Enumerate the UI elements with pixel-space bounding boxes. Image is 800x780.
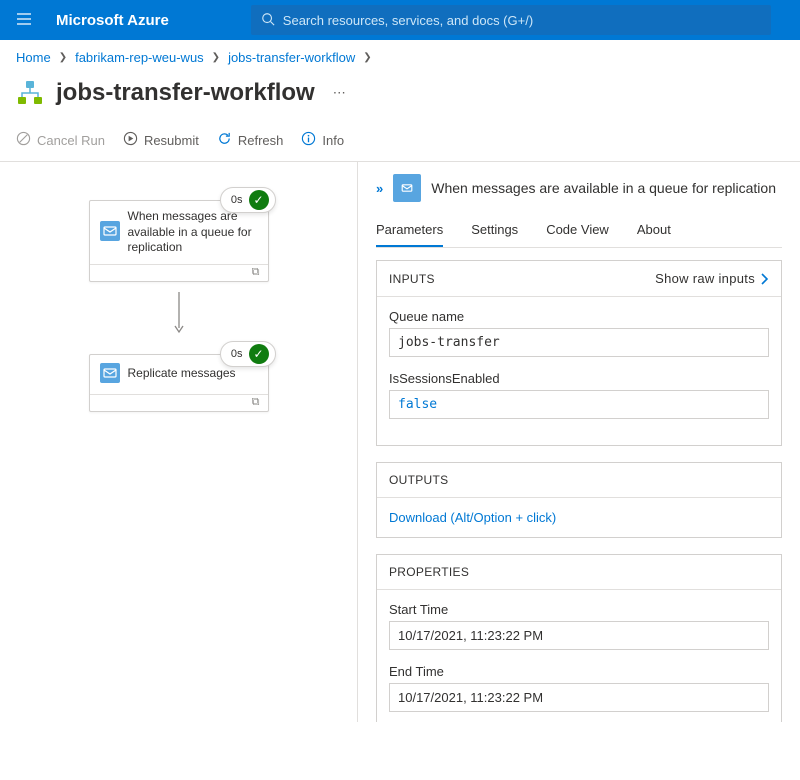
connector-arrow xyxy=(40,282,317,354)
properties-section: PROPERTIES Start Time 10/17/2021, 11:23:… xyxy=(376,554,782,722)
status-badge: 0s ✓ xyxy=(220,187,276,213)
duration-text: 0s xyxy=(231,348,243,360)
queue-name-value: jobs-transfer xyxy=(389,328,769,357)
check-icon: ✓ xyxy=(249,190,269,210)
link-icon: ⧉ xyxy=(252,266,260,279)
chevron-right-icon: ❯ xyxy=(59,52,67,63)
inputs-heading: INPUTS xyxy=(389,272,435,286)
workflow-icon xyxy=(16,79,44,107)
check-icon: ✓ xyxy=(249,344,269,364)
trigger-title: When messages are available in a queue f… xyxy=(128,209,258,256)
hamburger-menu-icon[interactable] xyxy=(8,3,40,38)
tab-parameters[interactable]: Parameters xyxy=(376,216,443,247)
status-badge: 0s ✓ xyxy=(220,341,276,367)
chevron-right-icon: ❯ xyxy=(212,52,220,63)
tab-about[interactable]: About xyxy=(637,216,671,247)
page-titlebar: jobs-transfer-workflow ⋯ xyxy=(0,75,800,131)
trigger-node[interactable]: 0s ✓ When messages are available in a qu… xyxy=(89,200,269,282)
outputs-section: OUTPUTS Download (Alt/Option + click) xyxy=(376,462,782,538)
breadcrumb: Home ❯ fabrikam-rep-weu-wus ❯ jobs-trans… xyxy=(0,40,800,75)
duration-text: 0s xyxy=(231,194,243,206)
info-label: Info xyxy=(322,133,344,148)
download-outputs-link[interactable]: Download (Alt/Option + click) xyxy=(377,498,781,537)
refresh-icon xyxy=(217,131,232,149)
details-pane: » When messages are available in a queue… xyxy=(358,162,800,722)
more-actions-button[interactable]: ⋯ xyxy=(333,85,346,101)
main-content: 0s ✓ When messages are available in a qu… xyxy=(0,162,800,722)
designer-canvas[interactable]: 0s ✓ When messages are available in a qu… xyxy=(0,162,358,722)
show-raw-inputs-button[interactable]: Show raw inputs xyxy=(655,271,769,286)
outputs-heading: OUTPUTS xyxy=(389,473,448,487)
info-icon xyxy=(301,131,316,149)
search-icon xyxy=(261,12,275,29)
resubmit-button[interactable]: Resubmit xyxy=(123,131,199,149)
breadcrumb-resource-group[interactable]: fabrikam-rep-weu-wus xyxy=(75,50,204,65)
pane-title: When messages are available in a queue f… xyxy=(431,180,776,196)
action-node[interactable]: 0s ✓ Replicate messages ⧉ xyxy=(89,354,269,412)
brand-label: Microsoft Azure xyxy=(56,12,169,29)
collapse-pane-button[interactable]: » xyxy=(376,181,383,196)
chevron-right-icon: ❯ xyxy=(363,52,371,63)
cancel-icon xyxy=(16,131,31,149)
queue-name-label: Queue name xyxy=(389,309,769,324)
command-bar: Cancel Run Resubmit Refresh Info xyxy=(0,131,800,162)
breadcrumb-workflow[interactable]: jobs-transfer-workflow xyxy=(228,50,355,65)
tab-code-view[interactable]: Code View xyxy=(546,216,609,247)
inputs-section: INPUTS Show raw inputs Queue name jobs-t… xyxy=(376,260,782,446)
info-button[interactable]: Info xyxy=(301,131,344,149)
properties-heading: PROPERTIES xyxy=(389,565,469,579)
servicebus-icon xyxy=(100,221,120,244)
tab-settings[interactable]: Settings xyxy=(471,216,518,247)
servicebus-icon xyxy=(100,363,120,386)
azure-topbar: Microsoft Azure xyxy=(0,0,800,40)
end-time-label: End Time xyxy=(389,664,769,679)
page-title: jobs-transfer-workflow xyxy=(56,79,315,107)
details-tabs: Parameters Settings Code View About xyxy=(376,216,782,248)
breadcrumb-home[interactable]: Home xyxy=(16,50,51,65)
start-time-value: 10/17/2021, 11:23:22 PM xyxy=(389,621,769,650)
start-time-label: Start Time xyxy=(389,602,769,617)
resubmit-label: Resubmit xyxy=(144,133,199,148)
sessions-enabled-label: IsSessionsEnabled xyxy=(389,371,769,386)
refresh-label: Refresh xyxy=(238,133,284,148)
refresh-button[interactable]: Refresh xyxy=(217,131,284,149)
action-title: Replicate messages xyxy=(128,366,236,382)
sessions-enabled-value: false xyxy=(389,390,769,419)
cancel-run-label: Cancel Run xyxy=(37,133,105,148)
link-icon: ⧉ xyxy=(252,396,260,409)
cancel-run-button: Cancel Run xyxy=(16,131,105,149)
resubmit-icon xyxy=(123,131,138,149)
global-search[interactable] xyxy=(251,5,771,35)
search-input[interactable] xyxy=(283,13,761,28)
servicebus-icon xyxy=(393,174,421,202)
end-time-value: 10/17/2021, 11:23:22 PM xyxy=(389,683,769,712)
